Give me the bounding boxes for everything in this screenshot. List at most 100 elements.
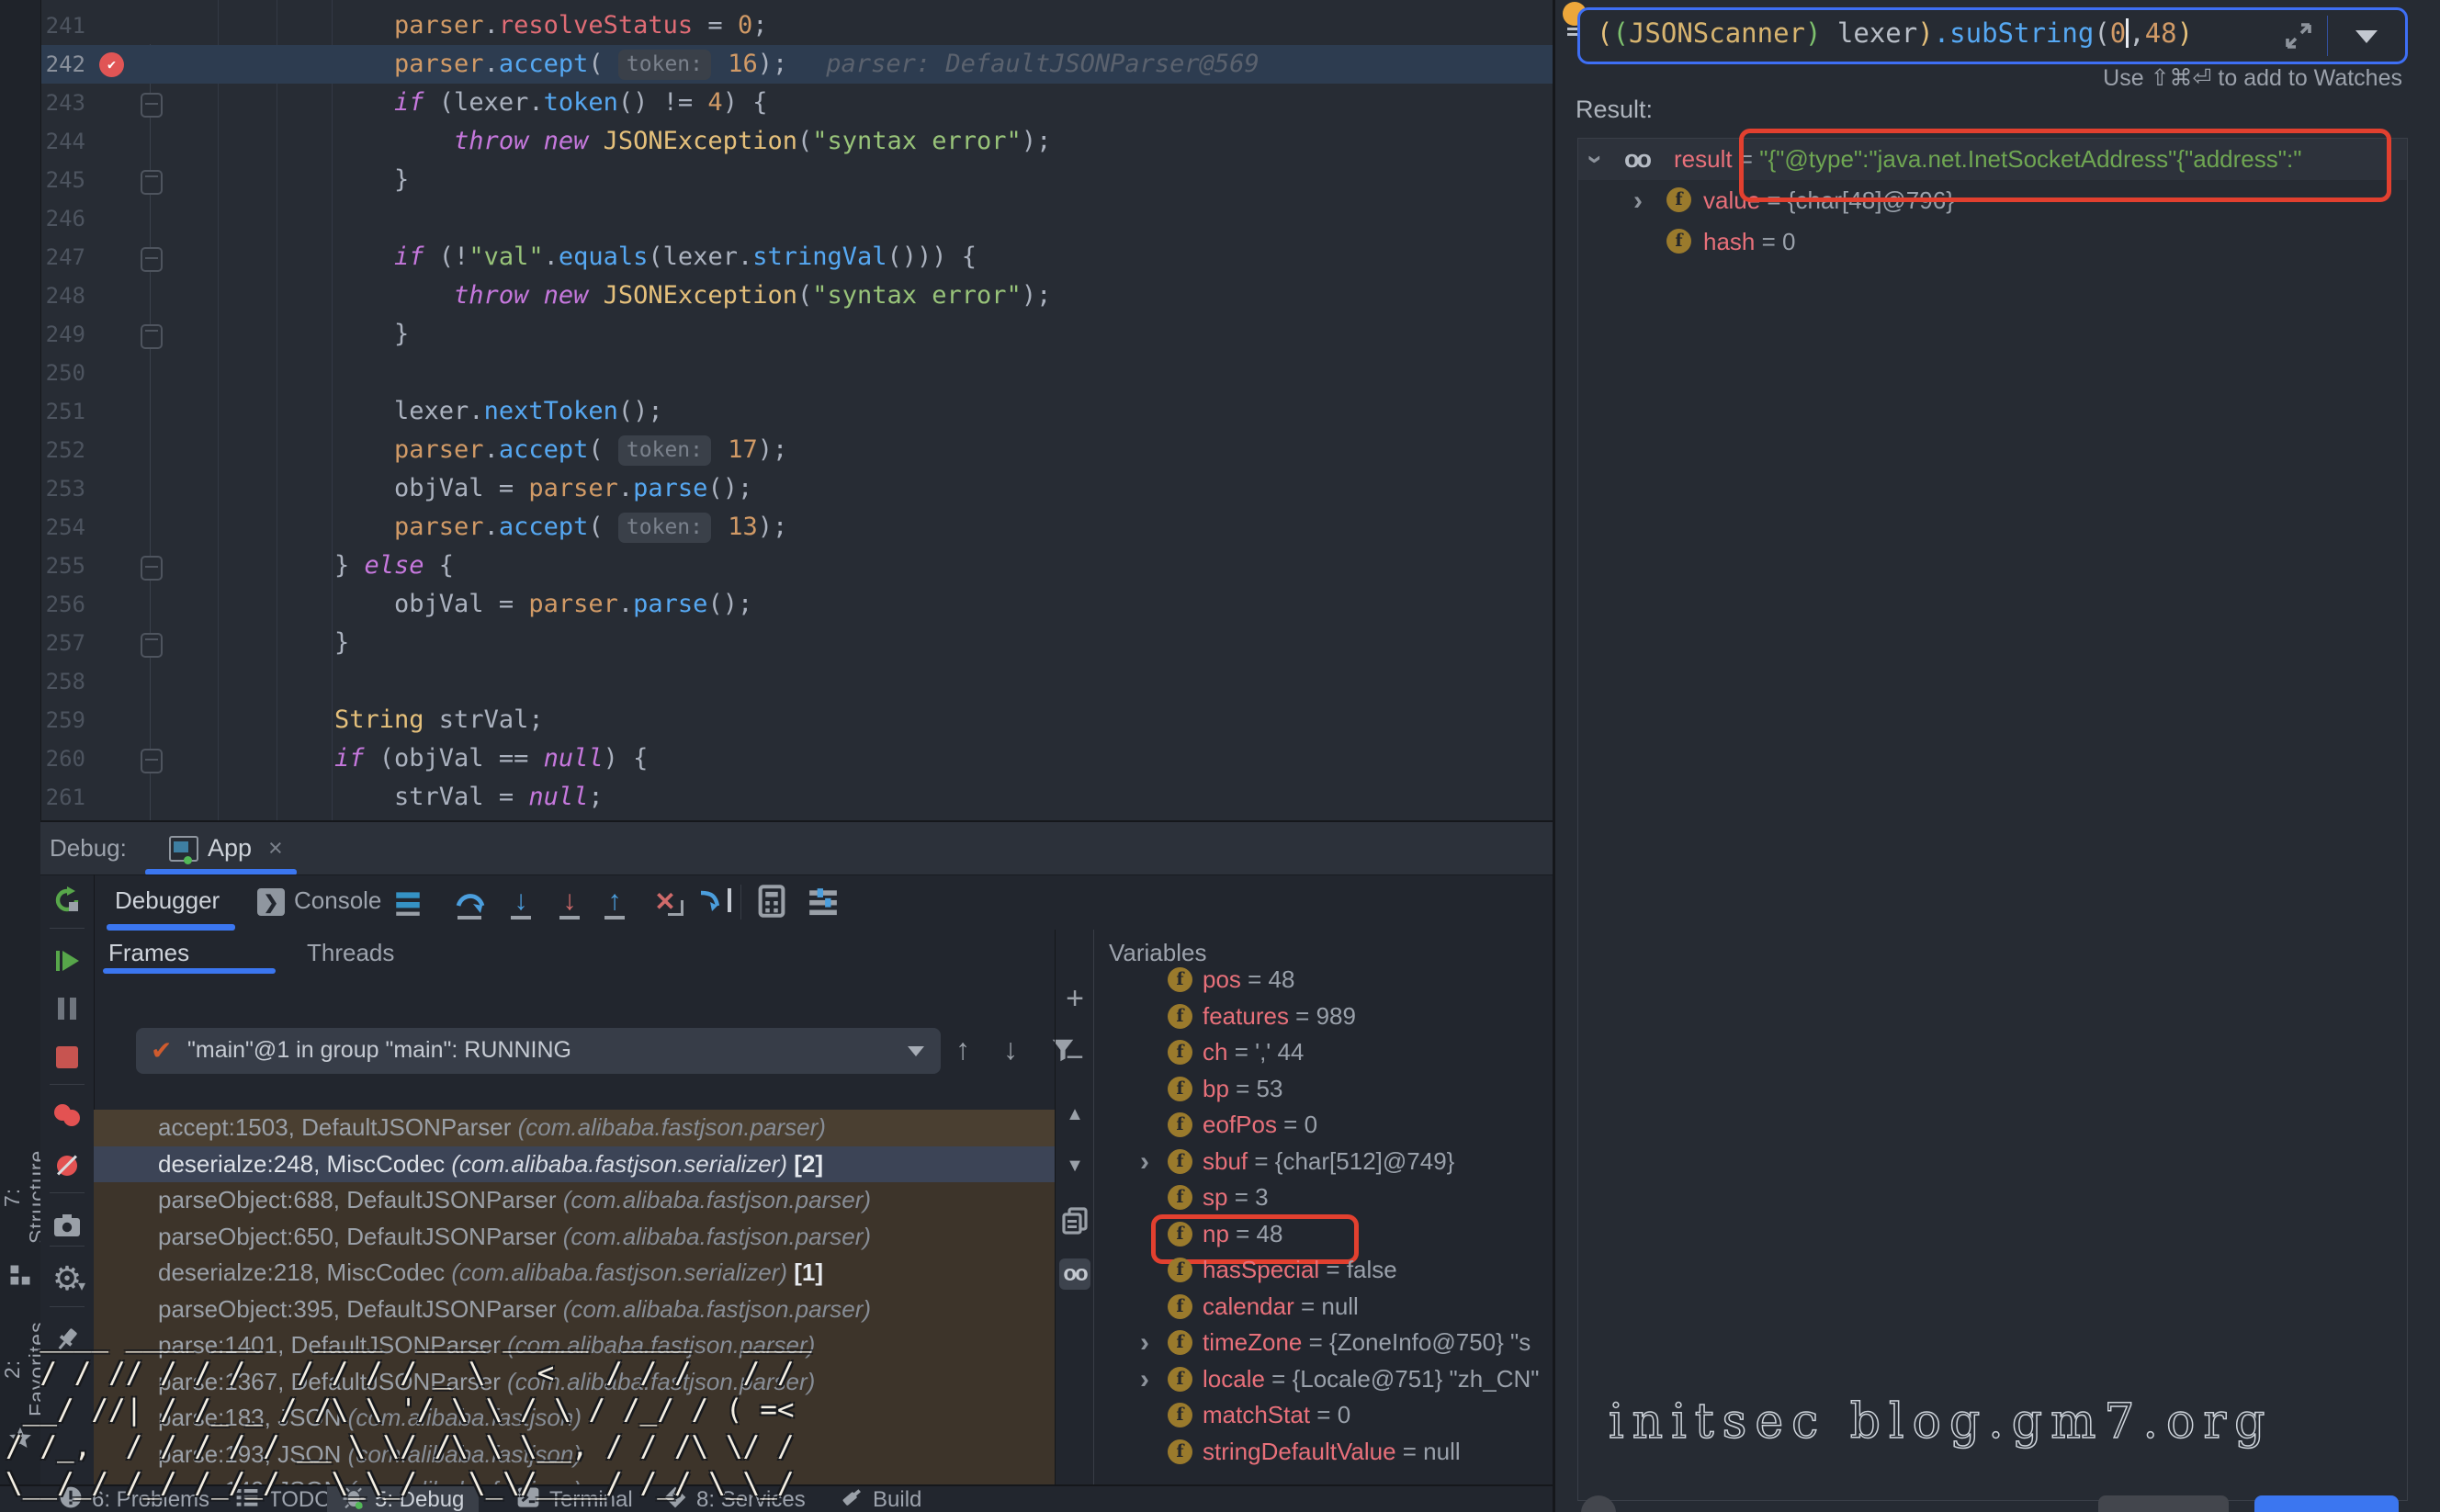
variable-row[interactable]: ›flocale = {Locale@751} "zh_CN" [1094, 1361, 1553, 1398]
evaluate-expression-input[interactable]: ((JSONScanner) lexer).subString(0,48) [1577, 7, 2408, 64]
stack-frame-row[interactable]: deserialze:218, MiscCodec (com.alibaba.f… [94, 1255, 1055, 1292]
fold-marker-icon[interactable] [141, 324, 163, 349]
tab-threads[interactable]: Threads [307, 939, 394, 967]
close-button[interactable] [2098, 1495, 2229, 1512]
line-number[interactable]: 241 [40, 6, 85, 45]
code-line[interactable]: 249 } [40, 315, 1553, 354]
line-number[interactable]: 245 [40, 161, 85, 199]
evaluate-expression-icon[interactable] [757, 885, 786, 918]
line-number[interactable]: 254 [40, 508, 85, 547]
variable-row[interactable]: ›fsbuf = {char[512]@749} [1094, 1144, 1553, 1180]
fold-marker-icon[interactable] [141, 633, 163, 658]
variable-row[interactable]: fhasSpecial = false [1094, 1252, 1553, 1289]
code-line[interactable]: 243 if (lexer.token() != 4) { [40, 84, 1553, 122]
code-line[interactable]: 255} else { [40, 547, 1553, 585]
code-line[interactable]: 257} [40, 624, 1553, 662]
stack-frame-row[interactable]: deserialze:248, MiscCodec (com.alibaba.f… [94, 1146, 1055, 1183]
line-number[interactable]: 257 [40, 624, 85, 662]
sidebar-item-structure[interactable]: 7: Structure [0, 1142, 40, 1252]
stack-frame-row[interactable]: accept:1503, DefaultJSONParser (com.alib… [94, 1110, 1055, 1146]
variable-row[interactable]: feofPos = 0 [1094, 1107, 1553, 1144]
line-number[interactable]: 244 [40, 122, 85, 161]
code-line[interactable]: 260if (objVal == null) { [40, 739, 1553, 778]
variable-row[interactable]: ›ftimeZone = {ZoneInfo@750} "s [1094, 1325, 1553, 1361]
line-number[interactable]: 249 [40, 315, 85, 354]
code-line[interactable]: 252 parser.accept( token: 17); [40, 431, 1553, 469]
trace-settings-icon[interactable] [808, 886, 839, 916]
mute-breakpoints-icon[interactable] [52, 1151, 82, 1180]
tab-app-run-config[interactable]: App × [160, 828, 353, 869]
step-over-icon[interactable] [455, 883, 486, 920]
line-number[interactable]: 251 [40, 392, 85, 431]
gear-settings-icon[interactable]: ⚙▾ [52, 1264, 82, 1293]
variable-row[interactable]: fmatchStat = 0 [1094, 1397, 1553, 1434]
code-line[interactable]: 241 parser.resolveStatus = 0; [40, 6, 1553, 45]
fold-marker-icon[interactable] [141, 749, 163, 773]
line-number[interactable]: 252 [40, 431, 85, 469]
line-number[interactable]: 243 [40, 84, 85, 122]
history-dropdown-icon[interactable] [2355, 30, 2378, 43]
variable-row[interactable]: fch = ',' 44 [1094, 1034, 1553, 1071]
stack-frame-row[interactable]: parseObject:688, DefaultJSONParser (com.… [94, 1182, 1055, 1219]
line-number[interactable]: 246 [40, 199, 85, 238]
line-number[interactable]: 253 [40, 469, 85, 508]
rerun-icon[interactable] [52, 886, 82, 915]
code-line[interactable]: 254 parser.accept( token: 13); [40, 508, 1553, 547]
fold-marker-icon[interactable] [141, 170, 163, 195]
line-number[interactable]: 258 [40, 662, 85, 701]
line-number[interactable]: 255 [40, 547, 85, 585]
breakpoint-icon[interactable]: ✔ [99, 52, 124, 77]
layout-settings-icon[interactable] [392, 886, 424, 918]
line-number[interactable]: 261 [40, 778, 85, 817]
watches-glasses-icon[interactable]: oo [1059, 1258, 1090, 1290]
line-number[interactable]: 242 [40, 45, 85, 84]
variable-row[interactable]: ffeatures = 989 [1094, 999, 1553, 1035]
step-out-icon[interactable]: ↑ [601, 883, 628, 920]
variable-row[interactable]: fstringDefaultValue = null [1094, 1434, 1553, 1471]
reset-frame-icon[interactable]: ✕ [647, 885, 683, 918]
line-number[interactable]: 250 [40, 354, 85, 392]
code-line[interactable]: 259String strVal; [40, 701, 1553, 739]
stop-icon[interactable] [52, 1043, 82, 1072]
force-step-into-icon[interactable]: ↓ [556, 883, 583, 920]
scroll-down-icon[interactable]: ▼ [1059, 1150, 1090, 1181]
frame-up-icon[interactable]: ↑ [955, 1032, 970, 1066]
code-line[interactable]: 248 throw new JSONException("syntax erro… [40, 276, 1553, 315]
frame-down-icon[interactable]: ↓ [1003, 1032, 1018, 1066]
line-number[interactable]: 248 [40, 276, 85, 315]
code-line[interactable]: 261 strVal = null; [40, 778, 1553, 817]
line-number[interactable]: 260 [40, 739, 85, 778]
variable-row[interactable]: fpos = 48 [1094, 962, 1553, 999]
scroll-up-icon[interactable]: ▲ [1059, 1099, 1090, 1130]
code-line[interactable]: 247 if (!"val".equals(lexer.stringVal())… [40, 238, 1553, 276]
resume-icon[interactable] [52, 946, 82, 976]
code-line[interactable]: 256 objVal = parser.parse(); [40, 585, 1553, 624]
tab-debugger[interactable]: Debugger [115, 886, 220, 915]
view-breakpoints-icon[interactable] [52, 1102, 82, 1132]
code-line[interactable]: 253 objVal = parser.parse(); [40, 469, 1553, 508]
code-line[interactable]: 246 [40, 199, 1553, 238]
fold-marker-icon[interactable] [141, 93, 163, 118]
code-line[interactable]: 242✔ parser.accept( token: 16);parser: D… [40, 45, 1553, 84]
tab-console[interactable]: Console [294, 886, 381, 915]
fold-marker-icon[interactable] [141, 556, 163, 581]
thread-selector[interactable]: ✔ "main"@1 in group "main": RUNNING [136, 1028, 941, 1074]
line-number[interactable]: 256 [40, 585, 85, 624]
line-number[interactable]: 247 [40, 238, 85, 276]
evaluate-button[interactable] [2254, 1495, 2399, 1512]
close-icon[interactable]: × [268, 834, 283, 863]
result-child-row[interactable]: fhash = 0 [1578, 221, 2407, 263]
add-watch-icon[interactable]: + [1059, 983, 1090, 1014]
line-number[interactable]: 259 [40, 701, 85, 739]
stack-frame-row[interactable]: parseObject:650, DefaultJSONParser (com.… [94, 1219, 1055, 1256]
tab-frames[interactable]: Frames [108, 939, 189, 967]
variable-row[interactable]: fcalendar = null [1094, 1289, 1553, 1326]
variable-row[interactable]: fbp = 53 [1094, 1071, 1553, 1108]
expand-icon[interactable] [2284, 21, 2313, 51]
code-line[interactable]: 245 } [40, 161, 1553, 199]
step-into-icon[interactable]: ↓ [507, 883, 535, 920]
copy-stack-icon[interactable] [1059, 1205, 1090, 1236]
fold-marker-icon[interactable] [141, 247, 163, 272]
code-editor[interactable]: 241 parser.resolveStatus = 0;242✔ parser… [40, 0, 1553, 820]
code-line[interactable]: 250 [40, 354, 1553, 392]
